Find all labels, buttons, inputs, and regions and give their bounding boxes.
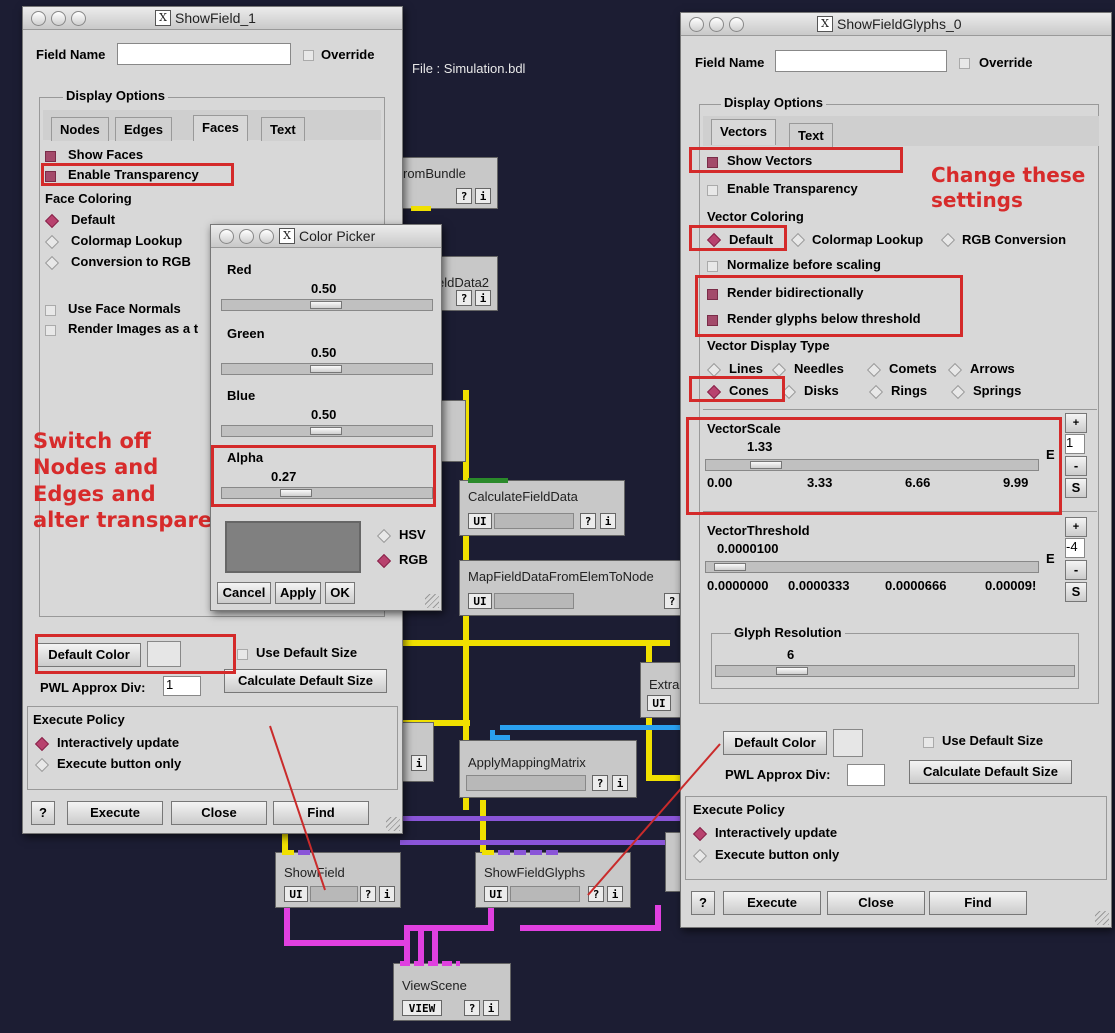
- arrow-to-showfield: [269, 725, 326, 891]
- annotation-arrows: [269, 725, 721, 896]
- arrow-to-glyphs: [587, 743, 721, 896]
